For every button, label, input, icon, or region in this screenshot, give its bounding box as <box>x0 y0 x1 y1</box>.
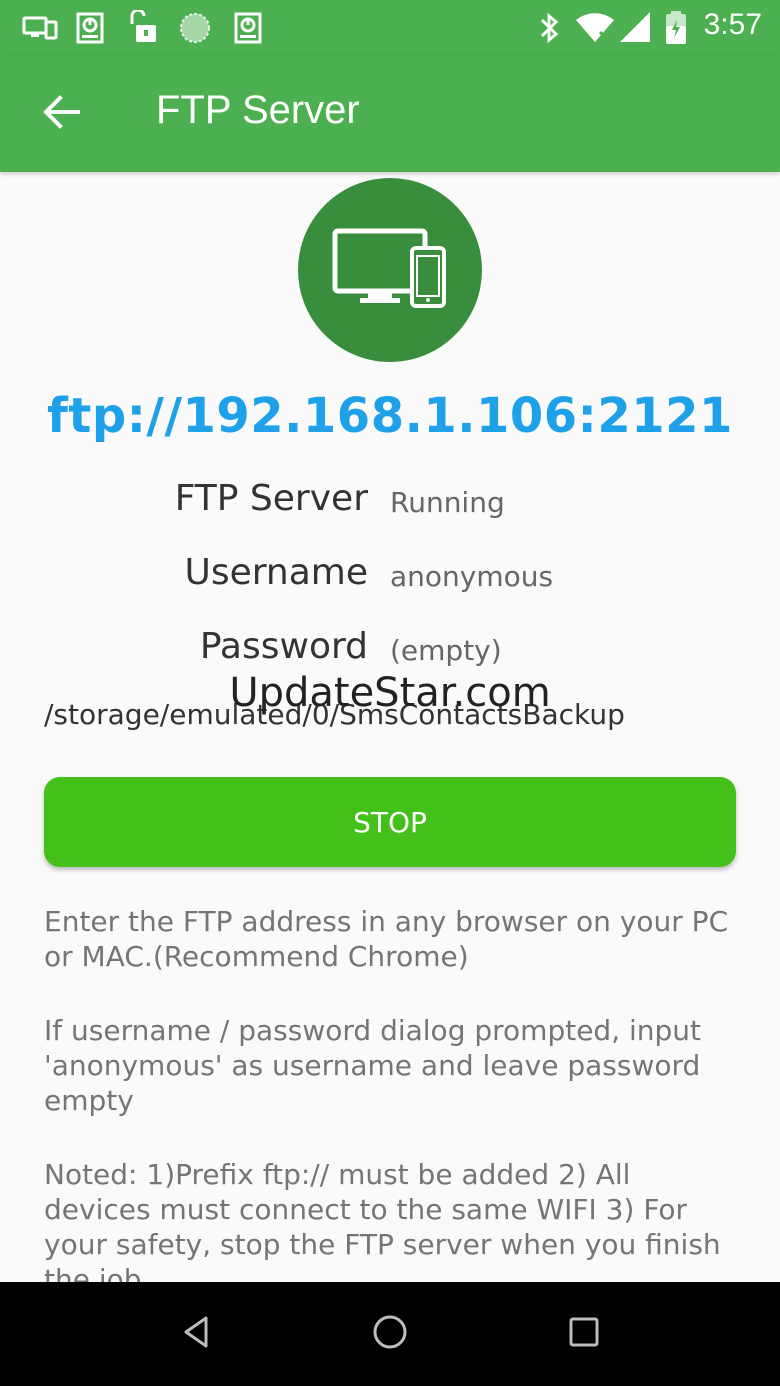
status-value: Running <box>390 486 505 519</box>
password-value: (empty) <box>390 634 502 667</box>
sync-icon <box>178 10 214 46</box>
status-label: FTP Server <box>174 478 368 519</box>
circle-home-icon <box>370 1312 410 1357</box>
square-recents-icon <box>564 1312 604 1357</box>
info-row-username: Username anonymous <box>0 552 780 602</box>
info-row-password: Password (empty) <box>0 626 780 676</box>
bluetooth-icon <box>536 10 564 51</box>
info-row-status: FTP Server Running <box>0 478 780 528</box>
devices-illustration <box>298 178 482 362</box>
nav-recents-button[interactable] <box>554 1304 614 1364</box>
arrow-back-icon <box>42 92 82 137</box>
help-text-credentials: If username / password dialog prompted, … <box>44 1014 702 1117</box>
sd-card-icon <box>230 10 266 46</box>
help-text-browser: Enter the FTP address in any browser on … <box>44 905 729 973</box>
device-icon <box>22 10 58 46</box>
help-text-notes: Noted: 1)Prefix ftp:// must be added 2) … <box>44 1158 721 1296</box>
unlock-icon <box>126 8 162 46</box>
status-bar: 3:57 <box>0 0 780 56</box>
stop-button[interactable]: STOP <box>44 777 736 867</box>
sd-card-icon <box>72 10 108 46</box>
navigation-bar <box>0 1282 780 1386</box>
username-value: anonymous <box>390 560 554 593</box>
page-title: FTP Server <box>156 88 360 132</box>
ftp-address[interactable]: ftp://192.168.1.106:2121 <box>0 388 780 444</box>
username-label: Username <box>184 552 368 593</box>
wifi-icon <box>574 10 616 51</box>
devices-icon <box>332 228 448 313</box>
nav-back-button[interactable] <box>166 1304 226 1364</box>
nav-home-button[interactable] <box>360 1304 420 1364</box>
status-time: 3:57 <box>703 8 762 41</box>
app-bar: FTP Server <box>0 56 780 172</box>
triangle-back-icon <box>176 1312 216 1357</box>
signal-icon <box>618 10 652 51</box>
back-button[interactable] <box>30 82 94 146</box>
battery-icon <box>664 10 688 51</box>
password-label: Password <box>199 626 368 667</box>
storage-path: /storage/emulated/0/SmsContactsBackup <box>44 698 625 731</box>
